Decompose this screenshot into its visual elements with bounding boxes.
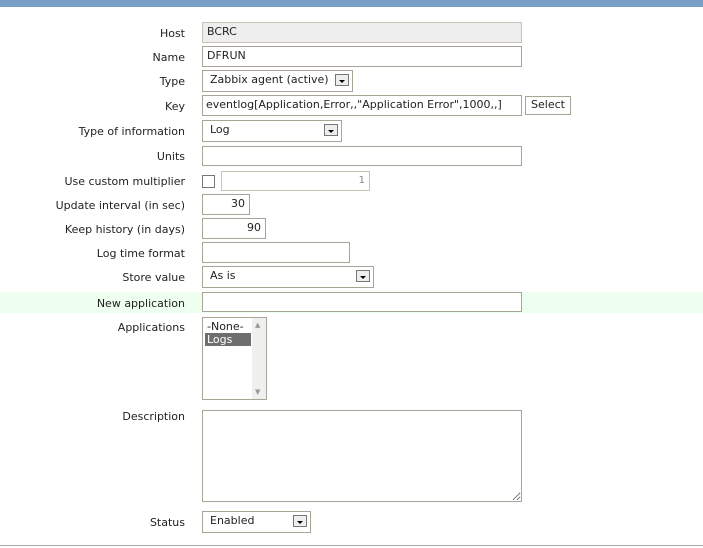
multiplier-field[interactable]: 1 bbox=[221, 171, 370, 191]
name-label: Name bbox=[152, 51, 185, 64]
chevron-down-icon bbox=[356, 270, 370, 282]
units-field[interactable] bbox=[202, 146, 522, 166]
key-label: Key bbox=[165, 100, 185, 113]
application-option[interactable]: Logs bbox=[205, 333, 251, 346]
units-label: Units bbox=[156, 150, 185, 163]
chevron-down-icon bbox=[324, 124, 338, 136]
new-application-field[interactable] bbox=[202, 292, 522, 312]
store-select[interactable]: As is bbox=[202, 266, 374, 288]
name-field[interactable]: DFRUN bbox=[202, 46, 522, 67]
update-label: Update interval (in sec) bbox=[55, 199, 185, 212]
type-value: Zabbix agent (active) bbox=[210, 73, 329, 86]
logtime-label: Log time format bbox=[96, 247, 185, 260]
newapp-label: New application bbox=[96, 297, 185, 310]
type-select[interactable]: Zabbix agent (active) bbox=[202, 70, 353, 92]
description-label: Description bbox=[122, 410, 185, 423]
history-field[interactable]: 90 bbox=[202, 218, 266, 239]
multiplier-checkbox[interactable] bbox=[202, 175, 215, 188]
host-field[interactable]: BCRC bbox=[202, 22, 522, 43]
type-info-select[interactable]: Log bbox=[202, 120, 342, 142]
history-label: Keep history (in days) bbox=[64, 223, 185, 236]
multiplier-label: Use custom multiplier bbox=[64, 175, 185, 188]
type-info-value: Log bbox=[210, 123, 230, 136]
update-field[interactable]: 30 bbox=[202, 194, 250, 215]
type-info-label: Type of information bbox=[78, 125, 185, 138]
logtime-field[interactable] bbox=[202, 242, 350, 263]
key-field[interactable]: eventlog[Application,Error,,"Application… bbox=[202, 95, 522, 116]
description-textarea[interactable] bbox=[202, 410, 522, 502]
scrollbar[interactable]: ▲ ▼ bbox=[252, 318, 266, 399]
host-label: Host bbox=[159, 27, 185, 40]
chevron-down-icon bbox=[293, 515, 307, 527]
chevron-down-icon bbox=[335, 74, 349, 86]
scroll-up-icon[interactable]: ▲ bbox=[255, 321, 260, 329]
status-select[interactable]: Enabled bbox=[202, 511, 311, 533]
header-bar bbox=[0, 0, 703, 7]
store-label: Store value bbox=[122, 271, 185, 284]
status-label: Status bbox=[149, 516, 185, 529]
select-key-button[interactable]: Select bbox=[525, 96, 571, 115]
status-value: Enabled bbox=[210, 514, 255, 527]
apps-label: Applications bbox=[117, 321, 185, 334]
divider bbox=[0, 545, 703, 546]
application-option[interactable]: -None- bbox=[205, 320, 251, 333]
applications-listbox[interactable]: -None- Logs ▲ ▼ bbox=[202, 317, 267, 400]
type-label: Type bbox=[159, 75, 185, 88]
scroll-down-icon[interactable]: ▼ bbox=[255, 388, 260, 396]
store-value: As is bbox=[210, 269, 236, 282]
